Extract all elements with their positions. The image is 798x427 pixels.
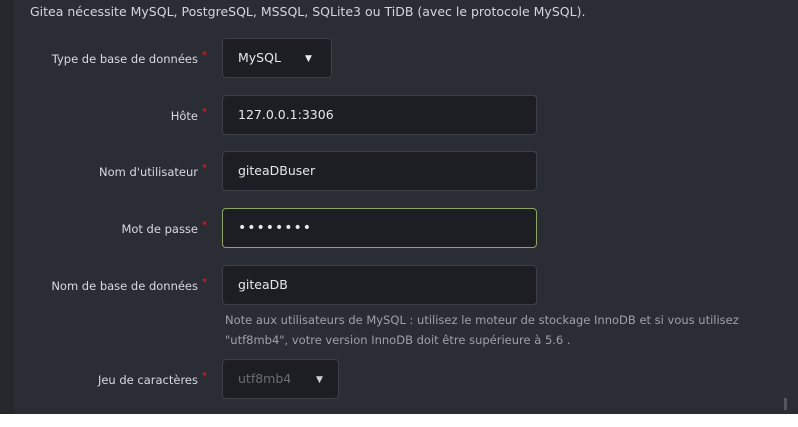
password-label: Mot de passe bbox=[121, 222, 198, 236]
db-type-value: MySQL bbox=[238, 50, 281, 65]
charset-select[interactable]: utf8mb4 ▼ bbox=[222, 359, 339, 399]
required-marker: * bbox=[202, 220, 207, 231]
db-name-help-note: Note aux utilisateurs de MySQL : utilise… bbox=[225, 313, 739, 347]
db-name-label: Nom de base de données bbox=[51, 279, 198, 293]
required-marker: * bbox=[202, 107, 207, 118]
username-input[interactable]: giteaDBuser bbox=[222, 151, 537, 191]
required-marker: * bbox=[202, 163, 207, 174]
required-marker: * bbox=[202, 50, 207, 61]
database-requirements-text: Gitea nécessite MySQL, PostgreSQL, MSSQL… bbox=[30, 4, 586, 19]
charset-value: utf8mb4 bbox=[238, 371, 292, 386]
database-settings-panel: Gitea nécessite MySQL, PostgreSQL, MSSQL… bbox=[0, 0, 798, 414]
panel-edge bbox=[0, 0, 14, 414]
required-marker: * bbox=[202, 277, 207, 288]
host-label: Hôte bbox=[170, 109, 198, 123]
charset-label: Jeu de caractères bbox=[97, 373, 198, 387]
scrollbar-thumb[interactable] bbox=[784, 398, 787, 410]
db-name-input[interactable]: giteaDB bbox=[222, 265, 537, 305]
db-type-select[interactable]: MySQL ▼ bbox=[222, 38, 332, 78]
password-input[interactable]: •••••••• bbox=[222, 208, 537, 248]
username-label: Nom d'utilisateur bbox=[99, 165, 198, 179]
chevron-down-icon: ▼ bbox=[305, 54, 312, 64]
required-marker: * bbox=[202, 371, 207, 382]
db-type-label: Type de base de données bbox=[51, 52, 198, 66]
host-input[interactable]: 127.0.0.1:3306 bbox=[222, 95, 537, 135]
chevron-down-icon: ▼ bbox=[316, 375, 323, 385]
